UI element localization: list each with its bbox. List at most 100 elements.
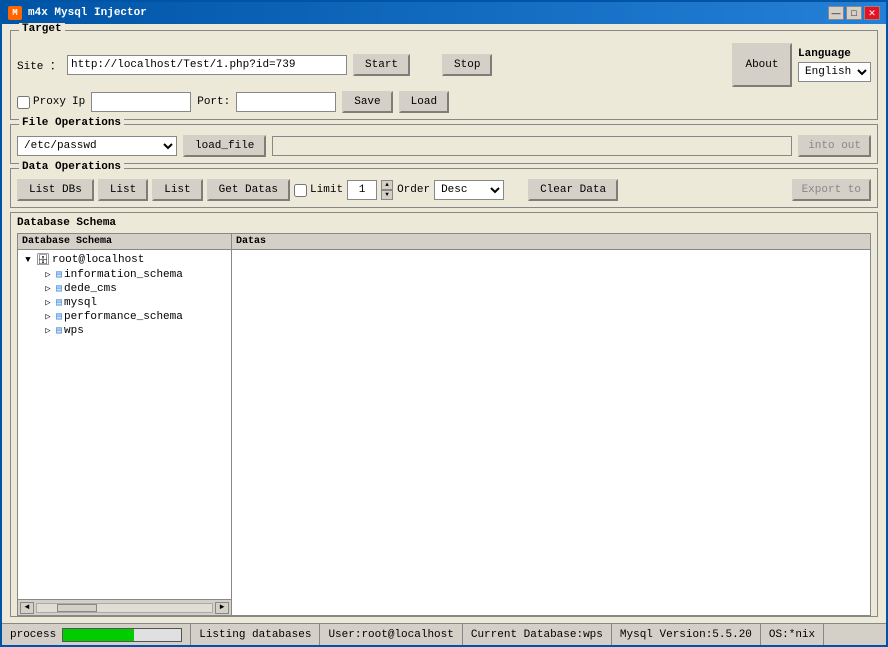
schema-content: Database Schema ▼ 🗄 root@localhost ▷ ▤ i… [17, 233, 871, 616]
user-cell: User:root@localhost [320, 624, 462, 645]
tree-children: ▷ ▤ information_schema ▷ ▤ dede_cms ▷ [40, 268, 229, 338]
db-item-icon: ▤ [56, 325, 62, 337]
listing-text: Listing databases [199, 629, 311, 641]
proxy-checkbox-label[interactable]: Proxy [17, 96, 66, 109]
maximize-button[interactable]: □ [846, 6, 862, 20]
db-item-icon: ▤ [56, 311, 62, 323]
title-controls: — □ ✕ [828, 6, 880, 20]
list-dbs-button[interactable]: List DBs [17, 179, 94, 201]
export-to-button[interactable]: Export to [792, 179, 871, 201]
about-button[interactable]: About [732, 43, 792, 87]
get-datas-button[interactable]: Get Datas [207, 179, 290, 201]
db-item-name: performance_schema [64, 311, 183, 323]
file-ops-label: File Operations [19, 117, 124, 129]
port-input[interactable] [236, 92, 336, 112]
list2-button[interactable]: List [152, 179, 202, 201]
app-icon: M [8, 6, 22, 20]
file-ops-group: File Operations /etc/passwd /etc/shadow … [10, 124, 878, 164]
version-text: Mysql Version:5.5.20 [620, 629, 752, 641]
scroll-thumb[interactable] [57, 604, 97, 612]
site-input[interactable] [67, 55, 347, 75]
list-item[interactable]: ▷ ▤ wps [40, 324, 229, 338]
language-label: Language [798, 48, 851, 60]
expand-icon: ▷ [42, 297, 54, 309]
tree-scrollbar[interactable]: ◄ ► [18, 599, 231, 615]
site-label: Site ： [17, 57, 61, 73]
listing-cell: Listing databases [191, 624, 320, 645]
datas-pane: Datas [232, 233, 871, 616]
data-ops-group: Data Operations List DBs List List Get D… [10, 168, 878, 208]
scroll-right-btn[interactable]: ► [215, 602, 229, 614]
list-item[interactable]: ▷ ▤ dede_cms [40, 282, 229, 296]
list-item[interactable]: ▷ ▤ information_schema [40, 268, 229, 282]
minimize-button[interactable]: — [828, 6, 844, 20]
data-ops-label: Data Operations [19, 161, 124, 173]
order-label: Order [397, 184, 430, 196]
window-title: m4x Mysql Injector [28, 7, 147, 19]
clear-data-button[interactable]: Clear Data [528, 179, 618, 201]
scroll-track[interactable] [36, 603, 213, 613]
root-node-label: root@localhost [52, 254, 144, 266]
progress-bar-container [62, 628, 182, 642]
limit-checkbox-label[interactable]: Limit [294, 184, 343, 197]
limit-label: Limit [310, 184, 343, 196]
title-bar-text: M m4x Mysql Injector [8, 6, 147, 20]
into-out-button[interactable]: into out [798, 135, 871, 157]
db-text: Current Database:wps [471, 629, 603, 641]
target-group: Target Site ： Start Stop About Language … [10, 30, 878, 120]
tree-root[interactable]: ▼ 🗄 root@localhost [20, 252, 229, 268]
version-cell: Mysql Version:5.5.20 [612, 624, 761, 645]
title-bar: M m4x Mysql Injector — □ ✕ [2, 2, 886, 24]
schema-tree-pane: Database Schema ▼ 🗄 root@localhost ▷ ▤ i… [17, 233, 232, 616]
stop-button[interactable]: Stop [442, 54, 492, 76]
start-button[interactable]: Start [353, 54, 410, 76]
main-window: M m4x Mysql Injector — □ ✕ Target Site ：… [0, 0, 888, 647]
list-item[interactable]: ▷ ▤ performance_schema [40, 310, 229, 324]
process-cell: process [2, 624, 191, 645]
db-item-name: dede_cms [64, 283, 117, 295]
db-item-icon: ▤ [56, 283, 62, 295]
language-section: Language English Chinese [798, 48, 871, 82]
order-select[interactable]: Desc Asc [434, 180, 504, 200]
expand-icon: ▷ [42, 283, 54, 295]
datas-title: Datas [232, 234, 870, 250]
expand-icon: ▷ [42, 311, 54, 323]
language-select[interactable]: English Chinese [798, 62, 871, 82]
db-item-name: mysql [64, 297, 97, 309]
schema-left-title: Database Schema [18, 234, 231, 250]
ip-input[interactable] [91, 92, 191, 112]
db-cell: Current Database:wps [463, 624, 612, 645]
db-schema-section: Database Schema Database Schema ▼ 🗄 root… [10, 212, 878, 617]
close-button[interactable]: ✕ [864, 6, 880, 20]
limit-input[interactable] [347, 180, 377, 200]
process-label: process [10, 629, 56, 641]
db-item-icon: ▤ [56, 269, 62, 281]
target-label: Target [19, 23, 65, 35]
os-cell: OS:*nix [761, 624, 824, 645]
db-schema-section-title: Database Schema [17, 217, 871, 229]
user-text: User:root@localhost [328, 629, 453, 641]
os-text: OS:*nix [769, 629, 815, 641]
progress-bar-fill [63, 629, 134, 641]
scroll-left-btn[interactable]: ◄ [20, 602, 34, 614]
spin-up[interactable]: ▲ [381, 180, 393, 190]
save-button[interactable]: Save [342, 91, 392, 113]
root-expand-icon[interactable]: ▼ [22, 254, 34, 266]
load-button[interactable]: Load [399, 91, 449, 113]
load-file-button[interactable]: load_file [183, 135, 266, 157]
tree-area[interactable]: ▼ 🗄 root@localhost ▷ ▤ information_schem… [18, 250, 231, 599]
list1-button[interactable]: List [98, 179, 148, 201]
file-path-select[interactable]: /etc/passwd /etc/shadow /etc/hosts [17, 136, 177, 156]
expand-icon: ▷ [42, 325, 54, 337]
db-item-name: wps [64, 325, 84, 337]
ip-label: Ip [72, 96, 85, 108]
expand-icon: ▷ [42, 269, 54, 281]
proxy-checkbox[interactable] [17, 96, 30, 109]
file-output [272, 136, 792, 156]
limit-checkbox[interactable] [294, 184, 307, 197]
db-icon: 🗄 [36, 253, 50, 267]
limit-spinner[interactable]: ▲ ▼ [381, 180, 393, 200]
port-label: Port: [197, 96, 230, 108]
list-item[interactable]: ▷ ▤ mysql [40, 296, 229, 310]
spin-down[interactable]: ▼ [381, 190, 393, 200]
